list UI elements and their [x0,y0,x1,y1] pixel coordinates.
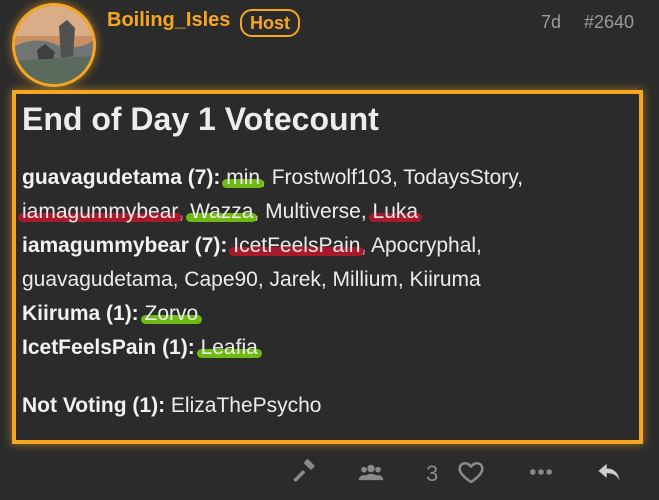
voter-name: IcetFeelsPain [229,234,365,257]
gavel-icon[interactable] [288,456,320,488]
username-link[interactable]: Boiling_Isles [107,9,230,32]
vote-candidate: Kiiruma (1): [22,302,139,325]
heart-icon[interactable] [455,456,487,488]
vote-line: iamagummybear (7): IcetFeelsPain, Apocry… [22,234,482,258]
voter-name: Luka [368,200,422,223]
vote-candidate: IcetFeelsPain (1): [22,336,195,359]
vote-line-continued: iamagummybear, Wazza, Multiverse, Luka [17,200,422,224]
post-title: End of Day 1 Votecount [22,101,379,137]
post-actions: 3 [0,450,659,500]
reply-icon[interactable] [593,456,625,488]
voter-name: Zorvo [140,302,202,325]
post-header: Boiling_Isles Host 7d #2640 [0,0,659,90]
vote-line: Kiiruma (1): Zorvo [22,302,202,326]
voter-text: guavagudetama, Cape90, Jarek, Millium, K… [22,268,481,291]
voter-name: iamagummybear [17,200,183,223]
voter-name: Leafia [196,336,263,359]
voter-name: min [222,166,264,189]
vote-candidate: iamagummybear (7): [22,234,228,257]
voter-text: , Multiverse, [253,200,373,223]
vote-line-continued: guavagudetama, Cape90, Jarek, Millium, K… [22,268,481,292]
vote-line: guavagudetama (7): min, Frostwolf103, To… [22,166,523,190]
more-icon[interactable] [525,456,557,488]
post-number[interactable]: #2640 [584,12,634,33]
like-count: 3 [426,461,439,486]
post-time[interactable]: 7d [541,12,561,33]
not-voting-label: Not Voting (1): [22,394,166,417]
vote-line: IcetFeelsPain (1): Leafia [22,336,263,360]
avatar-image [15,6,93,84]
avatar[interactable] [12,3,96,87]
not-voting-line: Not Voting (1): ElizaThePsycho [22,394,322,418]
role-badge: Host [240,9,300,37]
voter-text: , Frostwolf103, TodaysStory, [260,166,524,189]
voter-text: , Apocryphal, [360,234,482,257]
users-icon[interactable] [355,456,387,488]
vote-candidate: guavagudetama (7): [22,166,221,189]
not-voting-names: ElizaThePsycho [170,394,322,417]
post-content: End of Day 1 Votecount guavagudetama (7)… [12,90,643,444]
voter-name: Wazza [186,200,258,223]
